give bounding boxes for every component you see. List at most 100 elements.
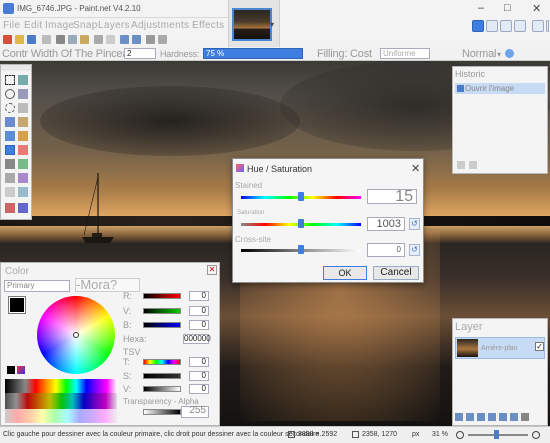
image-thumbnail[interactable]	[232, 8, 272, 41]
delete-layer-icon[interactable]	[466, 413, 474, 421]
move-selection-icon[interactable]	[18, 89, 28, 99]
eraser-icon[interactable]	[18, 145, 28, 155]
unit-select[interactable]: px	[412, 431, 419, 438]
shape-type-icon[interactable]	[18, 203, 28, 213]
pencil-icon[interactable]	[5, 159, 15, 169]
settings-icon[interactable]	[532, 20, 544, 32]
lightness-value-field[interactable]: 0	[367, 243, 405, 257]
open-file-icon[interactable]	[15, 35, 24, 44]
blue-value[interactable]: 0	[189, 320, 209, 330]
menu-layers[interactable]: Layers	[98, 20, 130, 31]
ruler-icon[interactable]	[158, 35, 167, 44]
menu-snap[interactable]: Snap	[73, 20, 98, 31]
reset-colors-icon[interactable]	[7, 366, 15, 374]
color-wheel-cursor[interactable]	[73, 332, 79, 338]
crop-icon[interactable]	[94, 35, 103, 44]
redo-icon[interactable]	[132, 35, 141, 44]
ok-button[interactable]: OK	[323, 266, 367, 280]
recolor-icon[interactable]	[18, 173, 28, 183]
print-icon[interactable]	[42, 35, 51, 44]
layers-toggle-icon[interactable]	[500, 20, 512, 32]
line-curve-icon[interactable]	[18, 187, 28, 197]
color-picker-icon[interactable]	[18, 159, 28, 169]
redo-icon[interactable]	[469, 161, 477, 169]
alpha-slider[interactable]	[143, 409, 181, 415]
grid-icon[interactable]	[146, 35, 155, 44]
new-file-icon[interactable]	[3, 35, 12, 44]
close-icon[interactable]: ✕	[207, 265, 217, 275]
blue-slider[interactable]	[143, 322, 181, 328]
hue-value[interactable]: 0	[189, 357, 209, 367]
rectangle-select-icon[interactable]	[5, 75, 15, 85]
brush-width-field[interactable]: 2	[124, 48, 156, 59]
primary-secondary-select[interactable]: Primary	[4, 280, 70, 292]
hue-slider[interactable]	[143, 359, 181, 365]
saturation-slider-knob[interactable]	[298, 219, 304, 228]
layer-properties-icon[interactable]	[521, 413, 529, 421]
undo-icon[interactable]	[457, 161, 465, 169]
green-slider[interactable]	[143, 308, 181, 314]
zoom-icon[interactable]	[18, 103, 28, 113]
green-value[interactable]: 0	[189, 306, 209, 316]
panel-grip[interactable]	[1, 65, 31, 71]
dialog-close-button[interactable]: ✕	[411, 162, 420, 175]
ellipse-select-icon[interactable]	[5, 103, 15, 113]
deselect-icon[interactable]	[106, 35, 115, 44]
lightness-slider-knob[interactable]	[298, 245, 304, 254]
shapes-icon[interactable]	[5, 203, 15, 213]
menu-adjustments[interactable]: Adjustments	[131, 20, 189, 31]
duplicate-layer-icon[interactable]	[477, 413, 485, 421]
layer-visibility-checkbox[interactable]: ✓	[535, 342, 544, 351]
saturation-slider[interactable]	[143, 373, 181, 379]
filling-select[interactable]: Uniforme	[380, 48, 430, 59]
zoom-level[interactable]: 31 %	[432, 431, 448, 438]
pan-icon[interactable]	[18, 117, 28, 127]
color-palette-row[interactable]	[5, 409, 117, 423]
menu-edit[interactable]: Edit	[24, 20, 42, 31]
tools-toggle-icon[interactable]	[472, 20, 484, 32]
text-icon[interactable]	[5, 187, 15, 197]
menu-file[interactable]: File	[3, 20, 20, 31]
reset-icon[interactable]: ↺	[409, 218, 420, 230]
alpha-value[interactable]: 255	[181, 406, 209, 418]
zoom-slider-thumb[interactable]	[494, 430, 499, 439]
hardness-slider[interactable]: 75 %	[203, 48, 303, 59]
lasso-icon[interactable]	[5, 89, 15, 99]
blend-mode-select[interactable]: Normal	[462, 48, 496, 60]
help-icon[interactable]	[546, 20, 549, 32]
swap-colors-icon[interactable]	[17, 366, 25, 374]
more-button[interactable]: -Mora?	[75, 278, 140, 292]
paint-bucket-icon[interactable]	[5, 131, 15, 141]
hue-value-field[interactable]: 15	[367, 189, 417, 205]
magic-wand-icon[interactable]	[5, 117, 15, 127]
value-slider[interactable]	[143, 386, 181, 392]
cancel-button[interactable]: Cancel	[373, 266, 419, 280]
merge-layer-icon[interactable]	[488, 413, 496, 421]
hex-value[interactable]: 000000	[183, 334, 211, 344]
copy-icon[interactable]	[68, 35, 77, 44]
colors-toggle-icon[interactable]	[514, 20, 526, 32]
cut-icon[interactable]	[56, 35, 65, 44]
red-value[interactable]: 0	[189, 291, 209, 301]
move-layer-up-icon[interactable]	[499, 413, 507, 421]
red-slider[interactable]	[143, 293, 181, 299]
add-layer-icon[interactable]	[455, 413, 463, 421]
saturation-value[interactable]: 0	[189, 371, 209, 381]
save-icon[interactable]	[27, 35, 36, 44]
chevron-down-icon[interactable]: ▾	[497, 50, 501, 59]
undo-icon[interactable]	[120, 35, 129, 44]
paintbrush-icon[interactable]	[5, 145, 15, 155]
primary-color-swatch[interactable]	[8, 296, 26, 314]
move-layer-down-icon[interactable]	[510, 413, 518, 421]
menu-effects[interactable]: Effects	[192, 20, 225, 31]
chevron-down-icon[interactable]: ▾	[270, 20, 274, 29]
saturation-value-field[interactable]: 1003	[367, 217, 405, 231]
zoom-out-icon[interactable]	[456, 431, 464, 439]
minimize-button[interactable]: –	[478, 2, 484, 14]
gradient-icon[interactable]	[18, 131, 28, 141]
zoom-in-icon[interactable]	[532, 431, 540, 439]
history-toggle-icon[interactable]	[486, 20, 498, 32]
paste-icon[interactable]	[80, 35, 89, 44]
move-icon[interactable]	[18, 75, 28, 85]
close-button[interactable]: ✕	[532, 2, 541, 15]
